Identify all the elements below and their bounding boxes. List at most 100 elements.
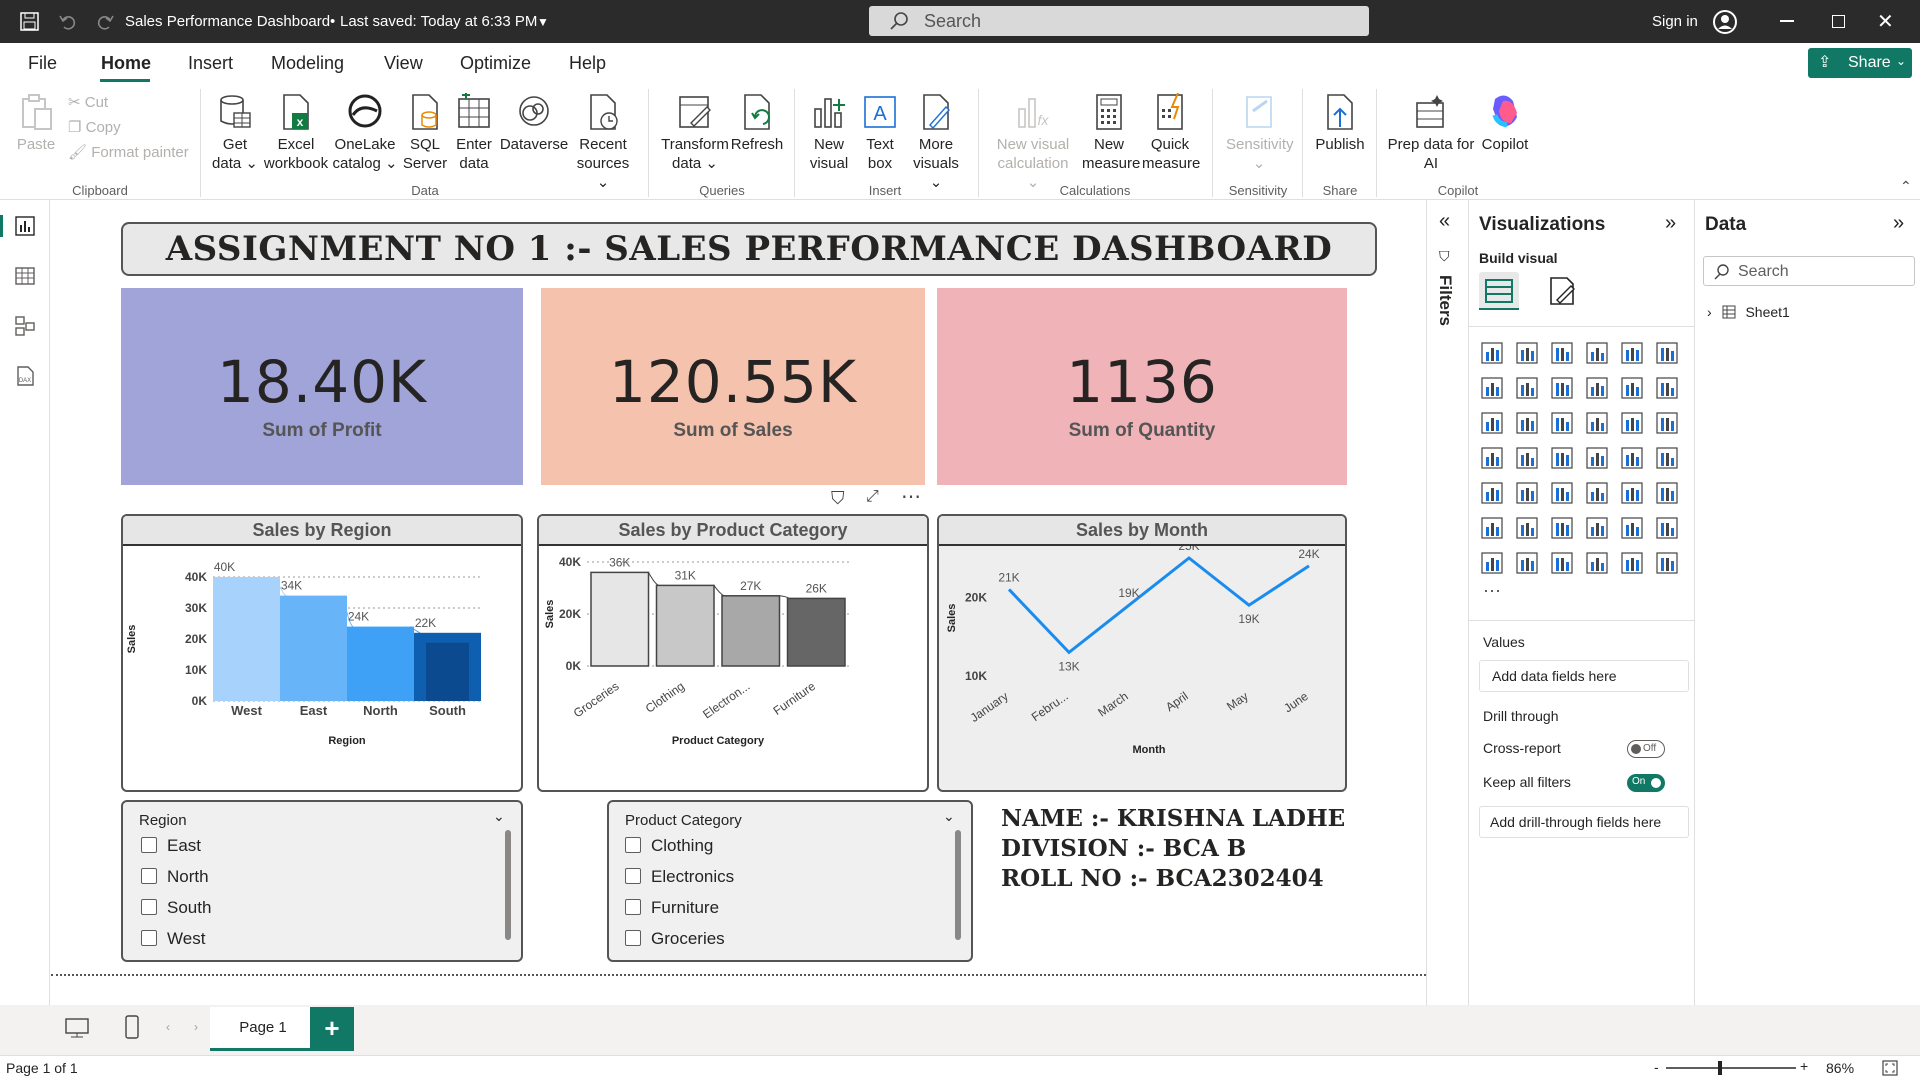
funnel-icon[interactable] xyxy=(1549,410,1575,436)
zoom-slider-thumb[interactable] xyxy=(1718,1061,1722,1075)
dataverse-button[interactable]: Dataverse xyxy=(498,93,570,154)
kpi-icon[interactable] xyxy=(1514,480,1540,506)
cut-button[interactable]: ✂ Cut xyxy=(68,93,108,112)
table-sheet1[interactable]: › Sheet1 xyxy=(1707,304,1790,320)
publish-button[interactable]: Publish xyxy=(1312,93,1368,154)
close-icon[interactable]: ✕ xyxy=(1877,9,1894,34)
slicer-icon[interactable] xyxy=(1549,480,1575,506)
menu-help[interactable]: Help xyxy=(569,53,606,74)
report-title[interactable]: ASSIGNMENT NO 1 :- SALES PERFORMANCE DAS… xyxy=(121,222,1377,276)
slicer-item-electronics[interactable]: Electronics xyxy=(625,867,734,887)
pie-icon[interactable] xyxy=(1619,410,1645,436)
checkbox[interactable] xyxy=(141,868,157,884)
map-icon[interactable] xyxy=(1514,445,1540,471)
zoom-out-button[interactable]: - xyxy=(1654,1059,1659,1075)
dax-query-view-icon[interactable]: DAX xyxy=(14,365,36,387)
sign-in-link[interactable]: Sign in xyxy=(1652,13,1698,30)
python-visual-icon[interactable] xyxy=(1479,515,1505,541)
slicer-item-groceries[interactable]: Groceries xyxy=(625,929,725,949)
card-icon[interactable] xyxy=(1654,445,1680,471)
ribbon-icon[interactable] xyxy=(1479,410,1505,436)
mobile-layout-icon[interactable] xyxy=(124,1015,140,1039)
recent-sources-button[interactable]: Recent sources ⌄ xyxy=(570,93,636,192)
line-icon[interactable] xyxy=(1479,375,1505,401)
collapse-icon[interactable]: » xyxy=(1665,212,1676,235)
kpi-quantity-card[interactable]: 1136 Sum of Quantity xyxy=(937,288,1347,485)
goals-icon[interactable] xyxy=(1654,515,1680,541)
sql-server-button[interactable]: SQL Server xyxy=(400,93,450,173)
line-clustered-column-icon[interactable] xyxy=(1654,375,1680,401)
expand-icon[interactable]: « xyxy=(1439,210,1450,233)
format-painter-button[interactable]: 🖌 Format painter xyxy=(68,143,189,162)
power-automate-icon[interactable] xyxy=(1619,550,1645,576)
desktop-layout-icon[interactable] xyxy=(64,1017,90,1039)
100-column-icon[interactable] xyxy=(1654,340,1680,366)
page-tab-1[interactable]: Page 1 xyxy=(210,1007,316,1051)
prep-data-for-ai-button[interactable]: Prep data for AI xyxy=(1386,93,1476,173)
student-info[interactable]: NAME :- KRISHNA LADHE DIVISION :- BCA B … xyxy=(1001,804,1345,894)
stacked-column-icon[interactable] xyxy=(1514,340,1540,366)
report-view-icon[interactable] xyxy=(14,215,36,237)
document-title[interactable]: Sales Performance Dashboard xyxy=(125,13,330,30)
key-influencers-icon[interactable] xyxy=(1514,515,1540,541)
kpi-sales-card[interactable]: 120.55K Sum of Sales xyxy=(541,288,925,485)
menu-view[interactable]: View xyxy=(384,53,423,74)
chevron-down-icon[interactable]: ⌄ xyxy=(493,808,505,825)
donut-icon[interactable] xyxy=(1654,410,1680,436)
copy-button[interactable]: ❐ Copy xyxy=(68,118,121,137)
filter-icon[interactable]: ⛉ xyxy=(831,488,845,509)
chart-sales-by-month[interactable]: Sales by Month 10K 20K 21K January 13K Febru.… xyxy=(937,514,1347,792)
next-page-icon[interactable]: › xyxy=(194,1020,198,1034)
excel-workbook-button[interactable]: x Excel workbook xyxy=(263,93,329,173)
focus-mode-icon[interactable]: ⤢ xyxy=(866,488,879,506)
paginated-icon[interactable] xyxy=(1479,550,1505,576)
table-icon[interactable] xyxy=(1584,480,1610,506)
stacked-area-icon[interactable] xyxy=(1549,375,1575,401)
slicer-scrollbar[interactable] xyxy=(505,830,511,940)
filters-pane-collapsed[interactable]: « ⛉ Filters xyxy=(1426,200,1468,1050)
enter-data-button[interactable]: Enter data xyxy=(452,93,496,173)
multi-row-card-icon[interactable] xyxy=(1479,480,1505,506)
add-page-button[interactable]: + xyxy=(310,1007,354,1051)
more-visuals-button[interactable]: More visuals ⌄ xyxy=(906,93,966,192)
clustered-column-icon[interactable] xyxy=(1584,340,1610,366)
matrix-icon[interactable] xyxy=(1619,480,1645,506)
previous-page-icon[interactable]: ‹ xyxy=(166,1020,170,1034)
more-options-icon[interactable]: ⋯ xyxy=(901,484,921,509)
qa-icon[interactable] xyxy=(1584,515,1610,541)
chart-sales-by-category[interactable]: Sales by Product Category 0K 20K 40K 36K Gro… xyxy=(537,514,929,792)
avatar-icon[interactable] xyxy=(1712,9,1738,35)
checkbox[interactable] xyxy=(625,868,641,884)
filled-map-icon[interactable] xyxy=(1549,445,1575,471)
waterfall-icon[interactable] xyxy=(1514,410,1540,436)
share-button[interactable]: ⇪ Share ⌄ xyxy=(1808,48,1912,78)
new-card-icon[interactable] xyxy=(1514,550,1540,576)
slicer-scrollbar[interactable] xyxy=(955,830,961,940)
new-slicer-icon[interactable] xyxy=(1549,550,1575,576)
collapse-icon[interactable]: » xyxy=(1893,212,1904,235)
clustered-bar-icon[interactable] xyxy=(1549,340,1575,366)
build-visual-tab[interactable] xyxy=(1479,272,1519,310)
slicer-item-south[interactable]: South xyxy=(141,898,211,918)
new-measure-button[interactable]: New measure xyxy=(1082,93,1140,173)
new-visual-calculation-button[interactable]: fx New visual calculation ⌄ xyxy=(990,93,1076,192)
maximize-icon[interactable] xyxy=(1832,15,1845,28)
chevron-down-icon[interactable]: ▼ xyxy=(537,15,549,29)
scatter-icon[interactable] xyxy=(1584,410,1610,436)
onelake-catalog-button[interactable]: OneLake catalog ⌄ xyxy=(332,93,398,173)
narrative-icon[interactable] xyxy=(1619,515,1645,541)
area-icon[interactable] xyxy=(1514,375,1540,401)
add-data-fields-well[interactable]: Add data fields here xyxy=(1479,660,1689,692)
kpi-profit-card[interactable]: 18.40K Sum of Profit xyxy=(121,288,523,485)
collapse-ribbon-icon[interactable]: ⌃ xyxy=(1900,178,1912,195)
sensitivity-button[interactable]: Sensitivity ⌄ xyxy=(1226,93,1294,173)
keep-filters-toggle[interactable]: On xyxy=(1627,774,1665,792)
slicer-item-east[interactable]: East xyxy=(141,836,201,856)
model-view-icon[interactable] xyxy=(14,315,36,337)
redo-icon[interactable] xyxy=(95,12,115,32)
add-drill-through-well[interactable]: Add drill-through fields here xyxy=(1479,806,1689,838)
paste-button[interactable]: Paste xyxy=(14,93,58,154)
quick-measure-button[interactable]: Quick measure xyxy=(1142,93,1200,173)
data-search-input[interactable]: Search xyxy=(1703,256,1915,286)
search-box[interactable]: Search xyxy=(869,6,1369,36)
